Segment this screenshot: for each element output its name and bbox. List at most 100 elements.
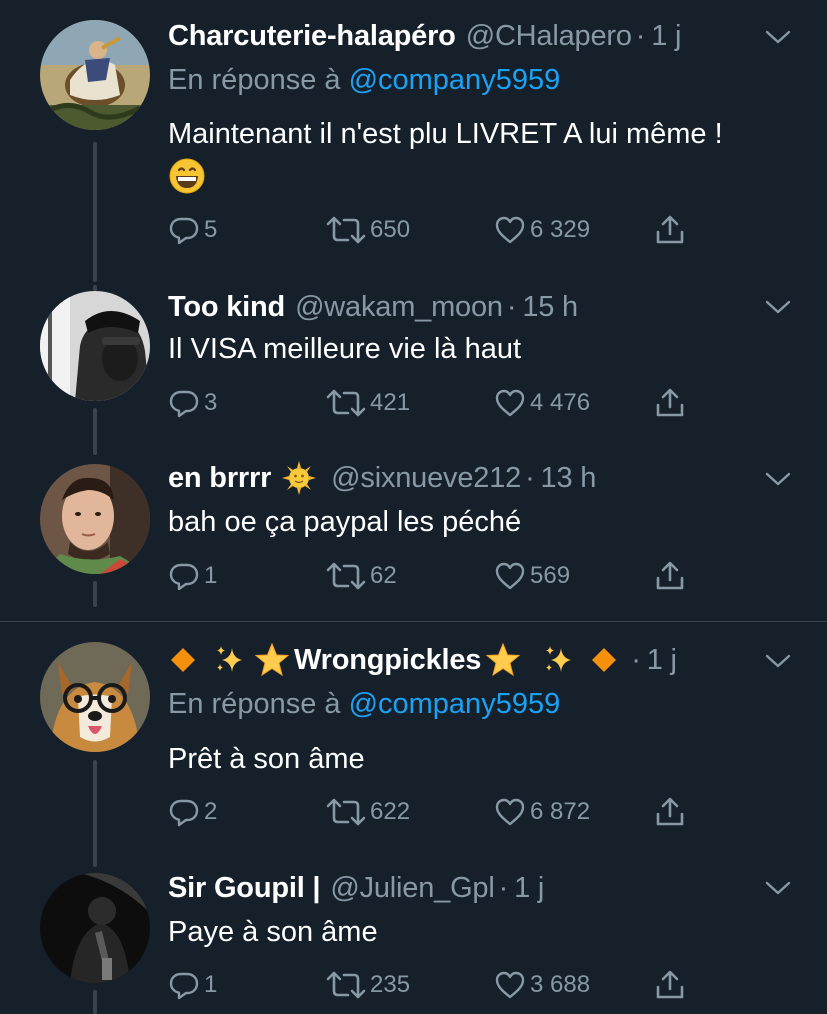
retweet-button[interactable]: 421 [326,385,410,421]
retweet-icon [326,387,366,419]
reply-context: En réponse à @company5959 [168,688,560,721]
retweet-count: 622 [370,798,411,825]
timestamp[interactable]: 1 j [651,20,681,53]
mention-link[interactable]: @company5959 [349,64,561,96]
chevron-down-icon[interactable] [764,878,792,898]
separator-dot: · [525,461,535,494]
retweet-icon [326,969,366,1001]
share-icon [654,796,686,828]
share-button[interactable] [654,967,686,1003]
tweet-actions: 5 650 6 329 [168,212,728,248]
reply-button[interactable]: 1 [168,967,217,1003]
username[interactable]: @sixnueve212 [331,462,521,495]
tweet-4[interactable]: Wrongpickles · 1 j En réponse à @company… [0,622,827,867]
separator-dot: · [498,871,509,904]
heart-icon [494,387,526,419]
reply-icon [168,969,200,1001]
display-name[interactable]: Charcuterie-halapéro [168,20,456,53]
tweet-text: bah oe ça paypal les péché [168,506,522,538]
tweet-text: Prêt à son âme [168,743,365,775]
avatar[interactable] [40,20,150,130]
share-button[interactable] [654,212,686,248]
mention-link[interactable]: @company5959 [349,688,561,720]
sparkles-emoji [217,646,242,672]
reply-button[interactable]: 2 [168,794,217,830]
tweet-text: Paye à son âme [168,916,378,948]
chevron-down-icon[interactable] [764,27,792,47]
tweet-header: Wrongpickles · 1 j [168,640,677,680]
tweet-actions: 1 62 569 [168,558,728,594]
like-button[interactable]: 6 872 [494,794,590,830]
retweet-icon [326,796,366,828]
retweet-count: 421 [370,389,411,416]
thread-line [93,990,97,1014]
retweet-button[interactable]: 62 [326,558,397,594]
like-button[interactable]: 6 329 [494,212,590,248]
like-button[interactable]: 3 688 [494,967,590,1003]
timestamp[interactable]: 15 h [522,291,578,324]
reply-button[interactable]: 1 [168,558,217,594]
tweet-text: Maintenant il n'est plu LIVRET A lui mêm… [168,114,723,154]
separator-dot: · [506,290,517,323]
tweet-1[interactable]: Charcuterie-halapéro @CHalapero · 1 j En… [0,0,827,290]
tweet-actions: 2 622 6 872 [168,794,728,830]
orange-diamond-emoji [592,648,617,672]
tweet-header: en brrrr @sixnueve212 · 13 h [168,458,596,498]
heart-icon [494,796,526,828]
avatar[interactable] [40,464,150,574]
username[interactable]: @wakam_moon [295,291,503,324]
chevron-down-icon[interactable] [764,651,792,671]
reply-count: 2 [204,798,218,825]
display-name[interactable]: en brrrr [168,462,271,495]
username[interactable]: @CHalapero [466,20,632,53]
thread-line [93,408,97,455]
share-button[interactable] [654,558,686,594]
avatar[interactable] [40,873,150,983]
timestamp[interactable]: 1 j [647,644,677,677]
retweet-count: 62 [370,562,397,589]
retweet-count: 235 [370,971,411,998]
reply-prefix: En réponse à [168,64,341,96]
share-button[interactable] [654,794,686,830]
reply-icon [168,387,200,419]
share-button[interactable] [654,385,686,421]
avatar[interactable] [40,291,150,401]
tweet-2[interactable]: Too kind @wakam_moon · 15 h Il VISA meil… [0,285,827,455]
tweet-5[interactable]: Sir Goupil | @Julien_Gpl · 1 j Paye à so… [0,867,827,1014]
separator-dot: · [631,643,641,676]
tweet-text: Il VISA meilleure vie là haut [168,333,522,365]
reply-button[interactable]: 3 [168,385,217,421]
like-count: 6 872 [530,798,591,825]
retweet-icon [326,214,366,246]
username[interactable]: @Julien_Gpl [330,872,494,905]
sun-face-emoji [282,461,317,495]
chevron-down-icon[interactable] [764,297,792,317]
reply-context: En réponse à @company5959 [168,64,560,97]
like-button[interactable]: 569 [494,558,570,594]
reply-icon [168,796,200,828]
reply-icon [168,560,200,592]
retweet-button[interactable]: 622 [326,794,410,830]
tweet-header: Sir Goupil | @Julien_Gpl · 1 j [168,868,544,908]
orange-diamond-emoji [171,648,195,672]
timestamp[interactable]: 13 h [541,462,597,495]
timestamp[interactable]: 1 j [514,872,544,905]
display-name[interactable]: Sir Goupil | [168,872,321,905]
heart-icon [494,969,526,1001]
tweet-actions: 1 235 3 688 [168,967,728,1003]
separator-dot: · [635,19,646,52]
reply-count: 3 [204,389,218,416]
chevron-down-icon[interactable] [764,469,792,489]
tweet-3[interactable]: en brrrr @sixnueve212 · 13 h bah oe ça p… [0,455,827,620]
retweet-button[interactable]: 235 [326,967,410,1003]
reply-button[interactable]: 5 [168,212,217,248]
thread-line [93,760,97,867]
reply-count: 1 [204,971,218,998]
display-name[interactable]: Wrongpickles [294,644,481,677]
like-count: 3 688 [530,971,591,998]
avatar[interactable] [40,642,150,752]
tweet-actions: 3 421 4 476 [168,385,728,421]
retweet-button[interactable]: 650 [326,212,410,248]
like-button[interactable]: 4 476 [494,385,590,421]
display-name[interactable]: Too kind [168,291,285,324]
